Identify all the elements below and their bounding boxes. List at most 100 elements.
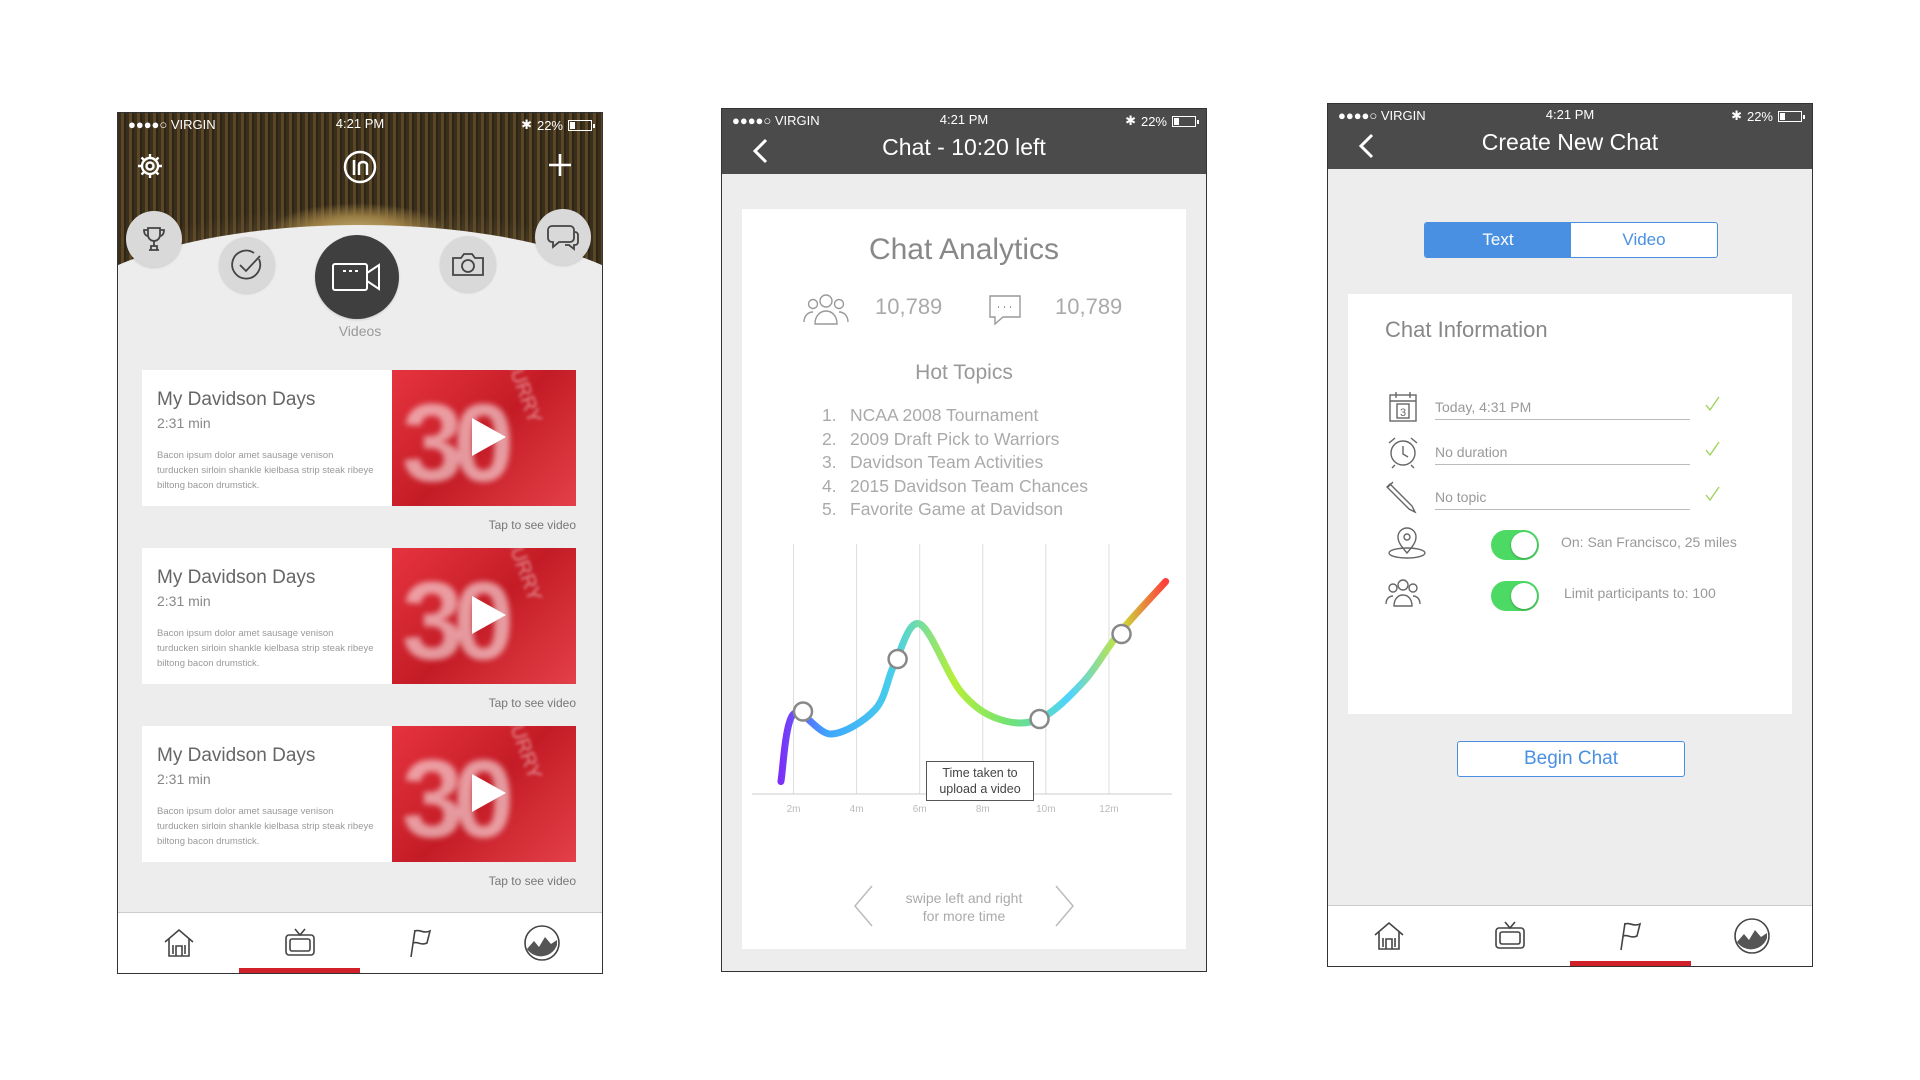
plus-icon[interactable] <box>546 151 574 179</box>
video-duration: 2:31 min <box>157 771 211 787</box>
checkmark-button[interactable] <box>219 237 275 293</box>
list-item[interactable]: 2. 2009 Draft Pick to Warriors <box>822 428 1088 452</box>
battery-percent: 22% <box>1746 108 1773 124</box>
page-title: Chat - 10:20 left <box>882 134 1046 160</box>
segment-text[interactable]: Text <box>1425 223 1571 257</box>
hot-topics-list: 1. NCAA 2008 Tournament 2. 2009 Draft Pick… <box>822 404 1088 522</box>
video-title: My Davidson Days <box>157 567 316 588</box>
x-tick-label: 6m <box>913 804 927 815</box>
location-label: On: San Francisco, 25 miles <box>1561 534 1737 550</box>
location-pin-icon <box>1388 527 1426 559</box>
participants-count: 10,789 <box>875 294 943 319</box>
list-item[interactable]: 5. Favorite Game at Davidson <box>822 498 1088 522</box>
tab-bar <box>118 912 602 973</box>
x-tick-label: 10m <box>1036 804 1055 815</box>
nav-bar: ●●●●○ VIRGIN 4:21 PM ✱ 22% Create New Ch… <box>1328 104 1812 169</box>
flag-icon <box>409 929 431 958</box>
message-icon <box>989 295 1021 326</box>
people-icon <box>803 294 849 325</box>
app-logo-icon <box>343 150 377 184</box>
create-chat-screen: ●●●●○ VIRGIN 4:21 PM ✱ 22% Create New Ch… <box>1327 103 1813 967</box>
tab-stats[interactable] <box>481 913 602 973</box>
date-field-row[interactable]: 3 Today, 4:31 PM <box>1385 389 1765 429</box>
checkmark-icon <box>1705 396 1720 412</box>
alarm-clock-icon <box>1388 437 1418 469</box>
video-title: My Davidson Days <box>157 745 316 766</box>
checkmark-icon <box>1705 486 1720 502</box>
tap-to-see-video-link[interactable]: Tap to see video <box>489 696 576 710</box>
video-thumbnail[interactable]: 30 CURRY <box>392 726 576 862</box>
play-icon[interactable] <box>472 774 506 812</box>
participants-toggle[interactable] <box>1491 581 1539 611</box>
chat-analytics-screen: ●●●●○ VIRGIN 4:21 PM ✱ 22% Chat - 10:20 … <box>721 108 1207 972</box>
nav-bar: ●●●●○ VIRGIN 4:21 PM ✱ 22% Chat - 10:20 … <box>722 109 1206 174</box>
video-thumbnail[interactable]: 30 CURRY <box>392 548 576 684</box>
analytics-title: Chat Analytics <box>868 233 1060 266</box>
checkmark-circle-icon <box>231 249 262 280</box>
list-item[interactable]: 3. Davidson Team Activities <box>822 451 1088 475</box>
play-icon[interactable] <box>472 596 506 634</box>
videos-screen: ●●●●○ VIRGIN 4:21 PM ✱ 22% Videos My Dav… <box>117 112 603 974</box>
video-card[interactable]: My Davidson Days 2:31 min Bacon ipsum do… <box>142 548 576 684</box>
chevron-right-icon[interactable] <box>1052 884 1076 928</box>
x-tick-label: 2m <box>787 804 801 815</box>
tv-icon <box>284 928 315 956</box>
x-tick-label: 8m <box>976 804 990 815</box>
list-item[interactable]: 1. NCAA 2008 Tournament <box>822 404 1088 428</box>
chat-information-card: Chat Information 3 Today, 4:31 PM No dur… <box>1348 294 1792 714</box>
tab-tv[interactable] <box>1449 906 1570 966</box>
trophy-icon <box>143 227 165 251</box>
video-camera-icon <box>332 263 380 291</box>
calendar-icon: 3 <box>1389 392 1417 422</box>
topic-field[interactable]: No topic <box>1435 489 1690 510</box>
tab-flag[interactable] <box>1570 906 1691 966</box>
jersey-name: CURRY <box>500 370 546 427</box>
video-description: Bacon ipsum dolor amet sausage venison t… <box>157 628 374 669</box>
topic-field-row[interactable]: No topic <box>1385 479 1765 519</box>
videos-label: Videos <box>338 323 382 339</box>
tab-home[interactable] <box>1328 906 1449 966</box>
tap-to-see-video-link[interactable]: Tap to see video <box>489 518 576 532</box>
tab-home[interactable] <box>118 913 239 973</box>
tab-bar <box>1328 905 1812 966</box>
chat-button[interactable] <box>535 209 591 265</box>
video-thumbnail[interactable]: 30 CURRY <box>392 370 576 506</box>
duration-field-row[interactable]: No duration <box>1385 434 1765 474</box>
list-item[interactable]: 4. 2015 Davidson Team Chances <box>822 475 1088 499</box>
video-card[interactable]: My Davidson Days 2:31 min Bacon ipsum do… <box>142 726 576 862</box>
bluetooth-icon: ✱ <box>1125 113 1136 128</box>
video-card[interactable]: My Davidson Days 2:31 min Bacon ipsum do… <box>142 370 576 506</box>
videos-button[interactable] <box>315 235 399 319</box>
hot-topics-title: Hot Topics <box>915 361 1013 384</box>
duration-field[interactable]: No duration <box>1435 444 1690 465</box>
tv-icon <box>1494 921 1525 949</box>
data-point-marker[interactable] <box>887 648 908 670</box>
tooltip-line: upload a video <box>939 782 1021 796</box>
calendar-day: 3 <box>1400 407 1406 419</box>
tab-tv[interactable] <box>239 913 360 973</box>
camera-icon <box>452 253 484 276</box>
bluetooth-icon: ✱ <box>1731 108 1742 123</box>
gear-icon[interactable] <box>135 151 165 181</box>
segment-video[interactable]: Video <box>1571 223 1717 257</box>
x-tick-label: 4m <box>850 804 864 815</box>
battery-icon <box>1172 115 1199 127</box>
location-toggle[interactable] <box>1491 530 1539 560</box>
chart-tooltip-box: Time taken to upload a video <box>926 761 1034 801</box>
date-field[interactable]: Today, 4:31 PM <box>1435 399 1690 420</box>
camera-button[interactable] <box>440 236 496 292</box>
begin-chat-button[interactable]: Begin Chat <box>1457 741 1685 777</box>
trophy-button[interactable] <box>126 211 182 267</box>
tap-to-see-video-link[interactable]: Tap to see video <box>489 874 576 888</box>
battery-icon <box>1778 110 1805 122</box>
data-point-marker[interactable] <box>792 701 814 722</box>
stats-icon <box>523 925 560 961</box>
play-icon[interactable] <box>472 418 506 456</box>
status-bar: ●●●●○ VIRGIN 4:21 PM ✱ 22% <box>118 113 602 135</box>
location-row: On: San Francisco, 25 miles <box>1385 524 1765 564</box>
tab-flag[interactable] <box>360 913 481 973</box>
tab-stats[interactable] <box>1691 906 1812 966</box>
data-point-marker[interactable] <box>1029 708 1050 730</box>
pencil-icon <box>1386 481 1417 514</box>
data-point-marker[interactable] <box>1111 623 1132 645</box>
